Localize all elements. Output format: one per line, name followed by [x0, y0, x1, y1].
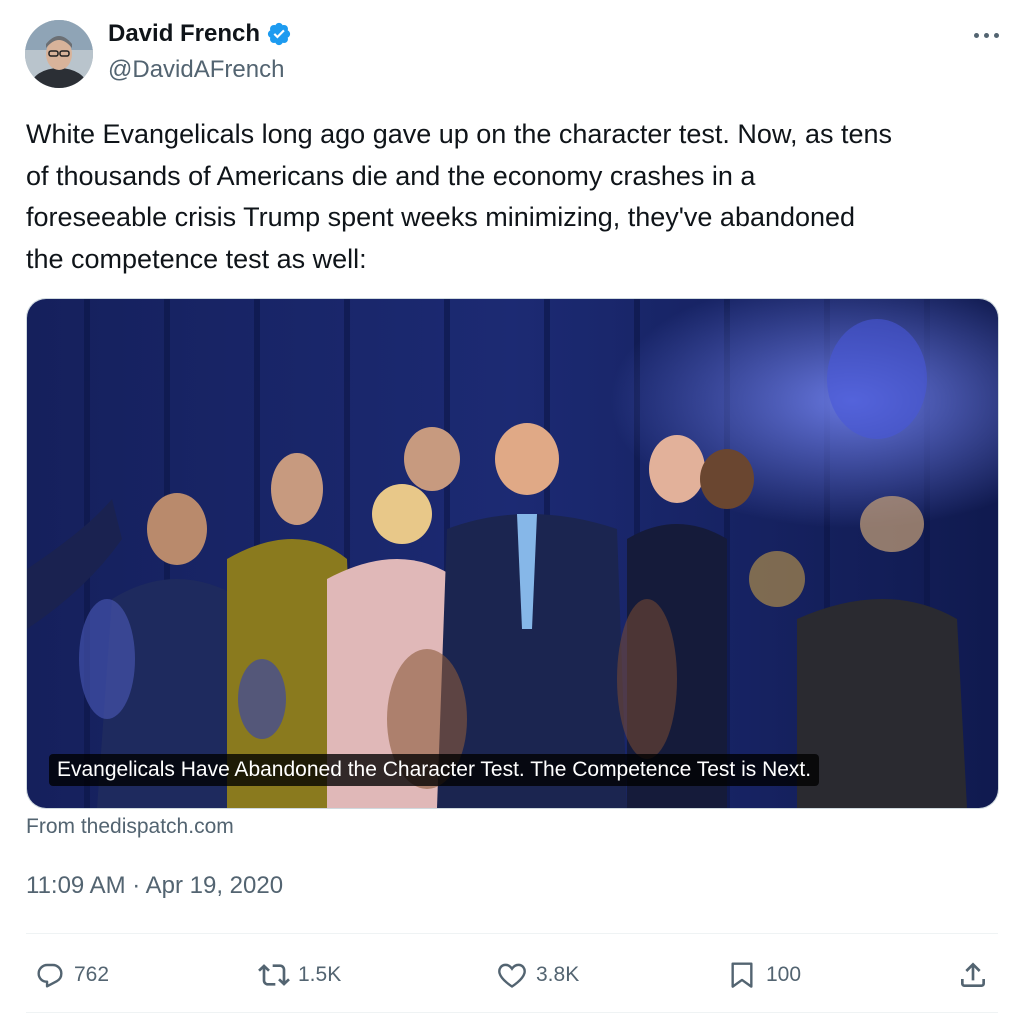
share-icon: [961, 962, 985, 987]
more-dot: [973, 32, 979, 38]
repost-count: 1.5K: [298, 963, 342, 986]
author-name[interactable]: David French: [108, 20, 260, 48]
action-bar: 762 1.5K 3.8K 100: [0, 950, 1024, 1000]
author-name-row[interactable]: David French: [108, 20, 292, 48]
link-source[interactable]: From thedispatch.com: [26, 815, 234, 839]
repost-button[interactable]: 1.5K: [258, 950, 341, 1000]
divider: [26, 933, 998, 934]
like-button[interactable]: 3.8K: [496, 950, 579, 1000]
tweet-timestamp[interactable]: 11:09 AM · Apr 19, 2020: [26, 872, 283, 900]
link-card-title: Evangelicals Have Abandoned the Characte…: [49, 754, 820, 786]
verified-badge-icon: [266, 21, 292, 47]
like-count: 3.8K: [536, 963, 580, 986]
avatar-image: [25, 20, 93, 88]
author-handle[interactable]: @DavidAFrench: [108, 56, 284, 84]
heart-icon: [498, 963, 526, 988]
tweet-text: White Evangelicals long ago gave up on t…: [26, 119, 893, 274]
reply-icon: [37, 963, 63, 988]
link-card[interactable]: Evangelicals Have Abandoned the Characte…: [26, 298, 999, 809]
reply-button[interactable]: 762: [34, 950, 109, 1000]
more-icon[interactable]: [966, 18, 1006, 52]
bookmark-count: 100: [766, 963, 802, 986]
link-card-image: [27, 299, 998, 808]
more-dot: [993, 32, 999, 38]
avatar[interactable]: [25, 20, 93, 88]
reply-count: 762: [74, 963, 110, 986]
more-dot: [983, 32, 989, 38]
bookmark-button[interactable]: 100: [726, 950, 801, 1000]
share-button[interactable]: [957, 950, 989, 1000]
divider: [26, 1012, 998, 1013]
bookmark-icon: [731, 962, 753, 988]
repost-icon: [258, 964, 290, 986]
